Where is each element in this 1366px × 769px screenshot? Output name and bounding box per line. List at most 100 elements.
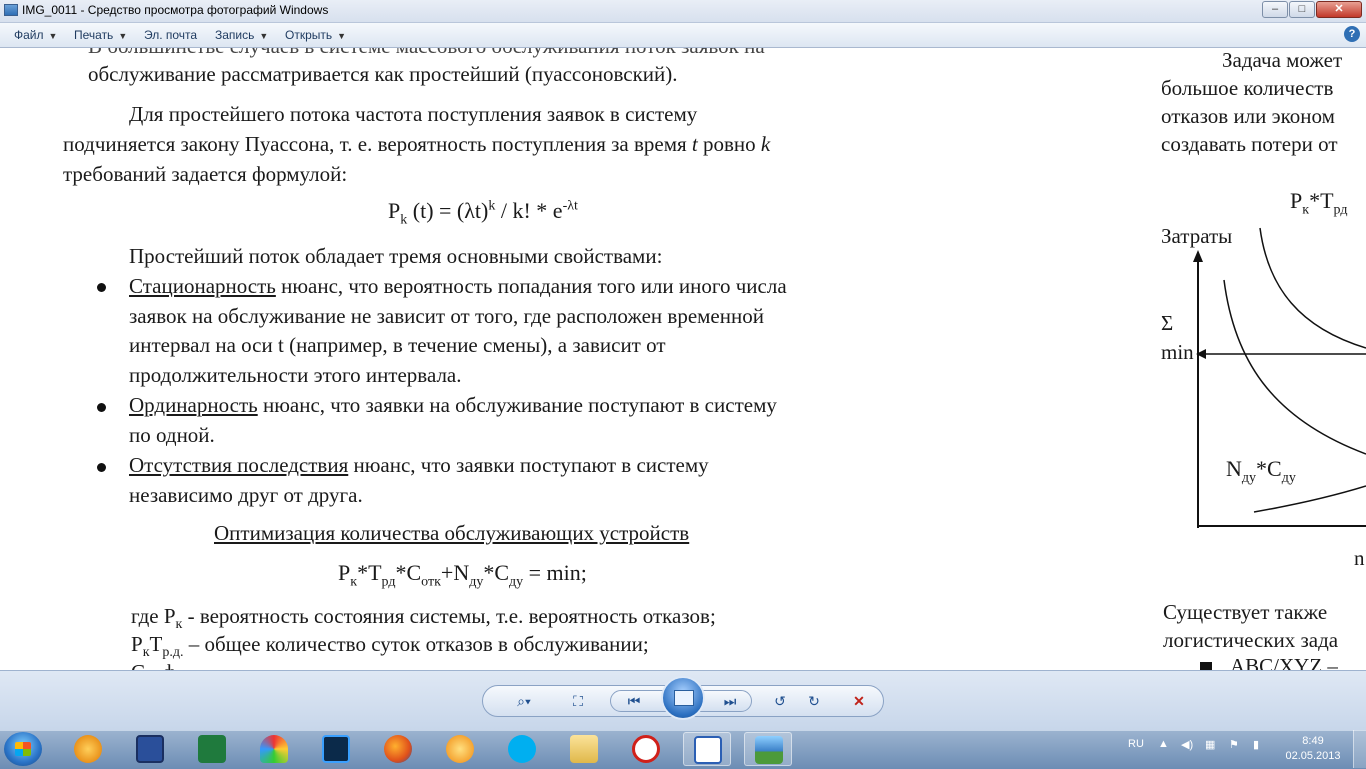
taskbar-app-reader[interactable]: [622, 732, 670, 766]
doc-text: – общее количество суток отказов в обслу…: [183, 632, 649, 656]
clock-time: 8:49: [1302, 735, 1324, 747]
zoom-icon[interactable]: ⌕▾: [508, 691, 540, 711]
doc-text: подчиняется закону Пуассона, т. е. вероя…: [63, 132, 687, 156]
failure-cost-curve: [1259, 227, 1366, 349]
y-axis-arrow: [1193, 250, 1203, 262]
window-title: IMG_0011 - Средство просмотра фотографий…: [22, 3, 329, 17]
photo-viewer-taskbar-icon: [755, 736, 783, 764]
minimize-button[interactable]: –: [1262, 1, 1288, 18]
formula-part: *T: [1309, 188, 1334, 213]
formula-part: P: [388, 198, 401, 223]
language-indicator[interactable]: RU: [1128, 738, 1144, 750]
taskbar-app-burner[interactable]: [436, 732, 484, 766]
device-cost-curve: [1253, 485, 1366, 513]
taskbar-app-word[interactable]: [683, 732, 731, 766]
actual-size-icon[interactable]: ⛶: [566, 691, 590, 711]
formula-part: *C: [395, 560, 422, 585]
taskbar-app-excel[interactable]: [188, 732, 236, 766]
menu-open[interactable]: Открыть ▼: [285, 28, 346, 42]
formula-part: (t) = (λt): [412, 198, 489, 223]
rotate-left-icon[interactable]: ↺: [768, 691, 792, 711]
menu-burn-label: Запись: [215, 28, 255, 42]
close-button[interactable]: ✕: [1316, 1, 1362, 18]
chevron-down-icon: ▼: [48, 31, 58, 41]
doc-line: Ординарность нюанс, что заявки на обслуж…: [129, 393, 777, 418]
chevron-down-icon: ▼: [118, 31, 128, 41]
slideshow-icon: [674, 690, 694, 706]
doc-text: t: [691, 132, 698, 156]
taskbar-app-photo-viewer[interactable]: [744, 732, 792, 766]
taskbar-app-skype[interactable]: [498, 732, 546, 766]
menu-burn[interactable]: Запись ▼: [215, 28, 268, 42]
bullet-icon: [1200, 662, 1212, 670]
doc-text: k: [760, 132, 771, 156]
photo-canvas[interactable]: В большинстве случаев в системе массовог…: [0, 48, 1366, 670]
chevron-down-icon: ▼: [337, 31, 347, 41]
clock[interactable]: 8:49 02.05.2013: [1283, 734, 1343, 764]
doc-text: где P: [131, 604, 176, 628]
doc-line: по одной.: [129, 423, 215, 447]
menu-file[interactable]: Файл ▼: [14, 28, 57, 42]
menu-open-label: Открыть: [285, 28, 333, 42]
start-button[interactable]: [4, 732, 42, 766]
menu-email[interactable]: Эл. почта: [144, 28, 197, 42]
doc-line: В большинстве случаев в системе массовог…: [88, 48, 765, 59]
tray-expand-icon[interactable]: ▲: [1158, 738, 1169, 750]
volume-icon[interactable]: ◀): [1181, 738, 1193, 751]
doc-line: обслуживание рассматривается как простей…: [88, 62, 678, 86]
bullet-icon: [97, 283, 106, 292]
formula-part: N: [1226, 456, 1242, 481]
maximize-button[interactable]: □: [1289, 1, 1315, 18]
formula-part: +N: [440, 560, 470, 585]
show-desktop-button[interactable]: [1353, 730, 1366, 768]
windows-logo-icon: [15, 742, 31, 756]
optimization-formula: Pк*Tрд*Cотк+Nду*Cду = min;: [338, 560, 587, 590]
diagram-title: Pк*Tрд: [1290, 188, 1347, 218]
menu-email-label: Эл. почта: [144, 28, 198, 42]
taskbar-app-firefox[interactable]: [374, 732, 422, 766]
doc-term: Отсутствия последствия: [129, 453, 349, 477]
doc-text: р.д.: [162, 645, 184, 661]
menu-print-label: Печать: [74, 28, 114, 42]
doc-text: нюанс, что заявки на обслуживание поступ…: [257, 393, 777, 417]
taskbar-app-avast[interactable]: [64, 732, 112, 766]
title-bar: IMG_0011 - Средство просмотра фотографий…: [0, 0, 1366, 23]
folder-icon: [570, 735, 598, 763]
doc-text: P: [131, 632, 143, 656]
bullet-icon: [97, 463, 106, 472]
taskbar-app-photoshop[interactable]: [312, 732, 360, 766]
right-line: большое количеств: [1161, 76, 1334, 100]
delete-icon[interactable]: ✕: [847, 691, 871, 711]
taskbar-app-explorer[interactable]: [560, 732, 608, 766]
help-icon[interactable]: ?: [1344, 26, 1360, 42]
doc-text: - вероятность состояния системы, т.е. ве…: [182, 604, 716, 628]
taskbar-app-save[interactable]: [126, 732, 174, 766]
doc-line: продолжительности этого интервала.: [129, 363, 462, 387]
menu-bar: Файл ▼ Печать ▼ Эл. почта Запись ▼ Открыть ▼…: [0, 23, 1366, 48]
menu-file-label: Файл: [14, 28, 44, 42]
right-line: отказов или эконом: [1161, 104, 1335, 128]
power-icon[interactable]: ▮: [1253, 738, 1259, 751]
menu-print[interactable]: Печать ▼: [74, 28, 127, 42]
next-icon[interactable]: ⏭: [718, 691, 742, 711]
formula-part: *C: [1256, 456, 1282, 481]
formula-part: ду: [1281, 470, 1296, 486]
rotate-right-icon[interactable]: ↻: [802, 691, 826, 711]
photoshop-icon: [322, 735, 350, 763]
right-line: ABC/XYZ –: [1230, 654, 1338, 670]
doc-line: Простейший поток обладает тремя основным…: [129, 244, 663, 268]
device-cost-label: Nду*Cду: [1226, 456, 1296, 486]
formula-part: = min;: [523, 560, 587, 585]
doc-text: нюанс, что вероятность попадания того ил…: [275, 274, 787, 298]
taskbar-app-umbrella[interactable]: [250, 732, 298, 766]
excel-icon: [198, 735, 226, 763]
flag-icon[interactable]: ⚑: [1229, 738, 1239, 751]
previous-icon[interactable]: ⏮: [622, 691, 646, 711]
umbrella-icon: [260, 735, 288, 763]
slideshow-button[interactable]: [661, 676, 705, 720]
avast-icon: [74, 735, 102, 763]
formula-part: ду: [469, 574, 484, 590]
formula-part: -λt: [562, 198, 578, 214]
doc-line: где Pк - вероятность состояния системы, …: [131, 604, 716, 633]
network-icon[interactable]: ▦: [1205, 738, 1215, 751]
